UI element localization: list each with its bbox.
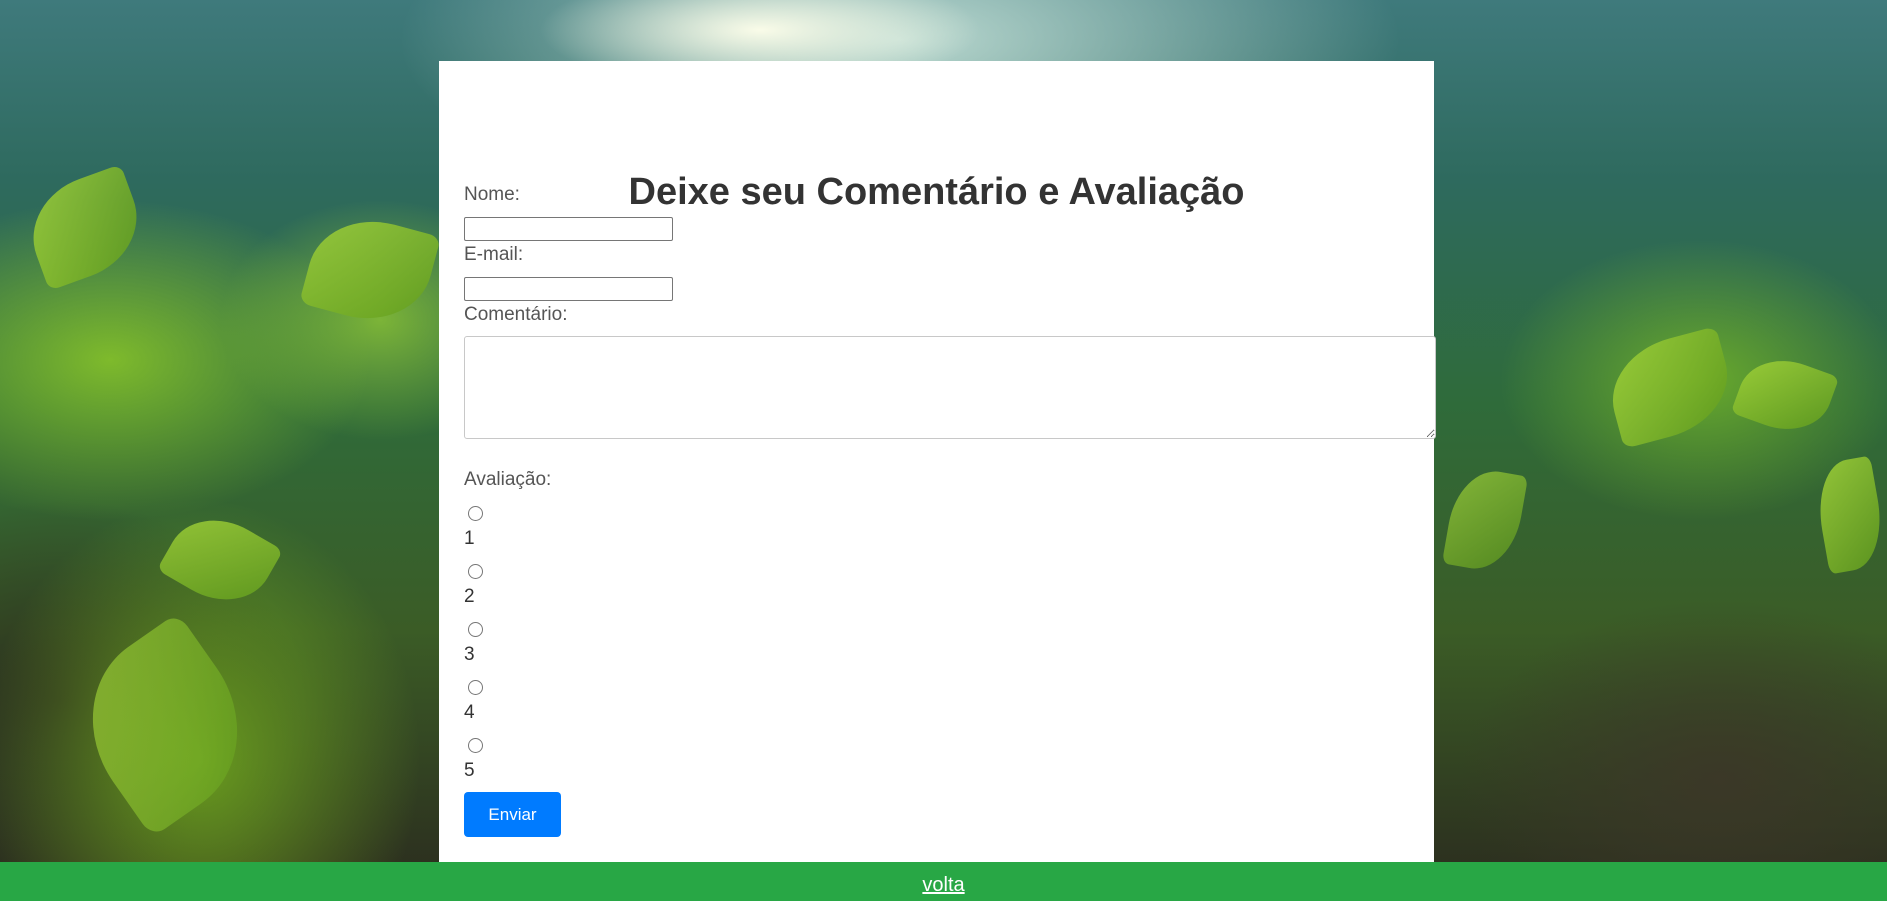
name-field[interactable] [464,217,673,241]
rating-radio-5[interactable] [468,738,483,753]
leaf-decoration [1730,346,1840,444]
leaf-decoration [17,164,153,291]
page-title: Deixe seu Comentário e Avaliação [628,171,1245,213]
leaf-decoration [1441,464,1529,576]
name-label: Nome: [464,184,520,205]
leaf-decoration [54,612,276,838]
leaf-decoration [1599,326,1741,449]
leaf-decoration [156,500,284,620]
comment-textarea[interactable] [464,336,1436,439]
rating-option-label: 3 [464,644,475,665]
email-field[interactable] [464,277,673,301]
rating-radio-3[interactable] [468,622,483,637]
rating-option-label: 5 [464,760,475,781]
footer-bar: volta [0,862,1887,901]
back-link[interactable]: volta [922,874,964,897]
rating-option-label: 1 [464,528,475,549]
submit-button[interactable]: Enviar [464,792,561,837]
rating-label: Avaliação: [464,469,552,490]
leaf-decoration [299,206,441,334]
rating-option-label: 2 [464,586,475,607]
comment-form-card: Deixe seu Comentário e Avaliação Nome: E… [439,61,1436,862]
rating-radio-1[interactable] [468,506,483,521]
rating-radio-2[interactable] [468,564,483,579]
comment-label: Comentário: [464,304,568,325]
rating-radio-4[interactable] [468,680,483,695]
email-label: E-mail: [464,244,524,265]
rating-option-label: 4 [464,702,475,723]
leaf-decoration [1810,455,1887,575]
